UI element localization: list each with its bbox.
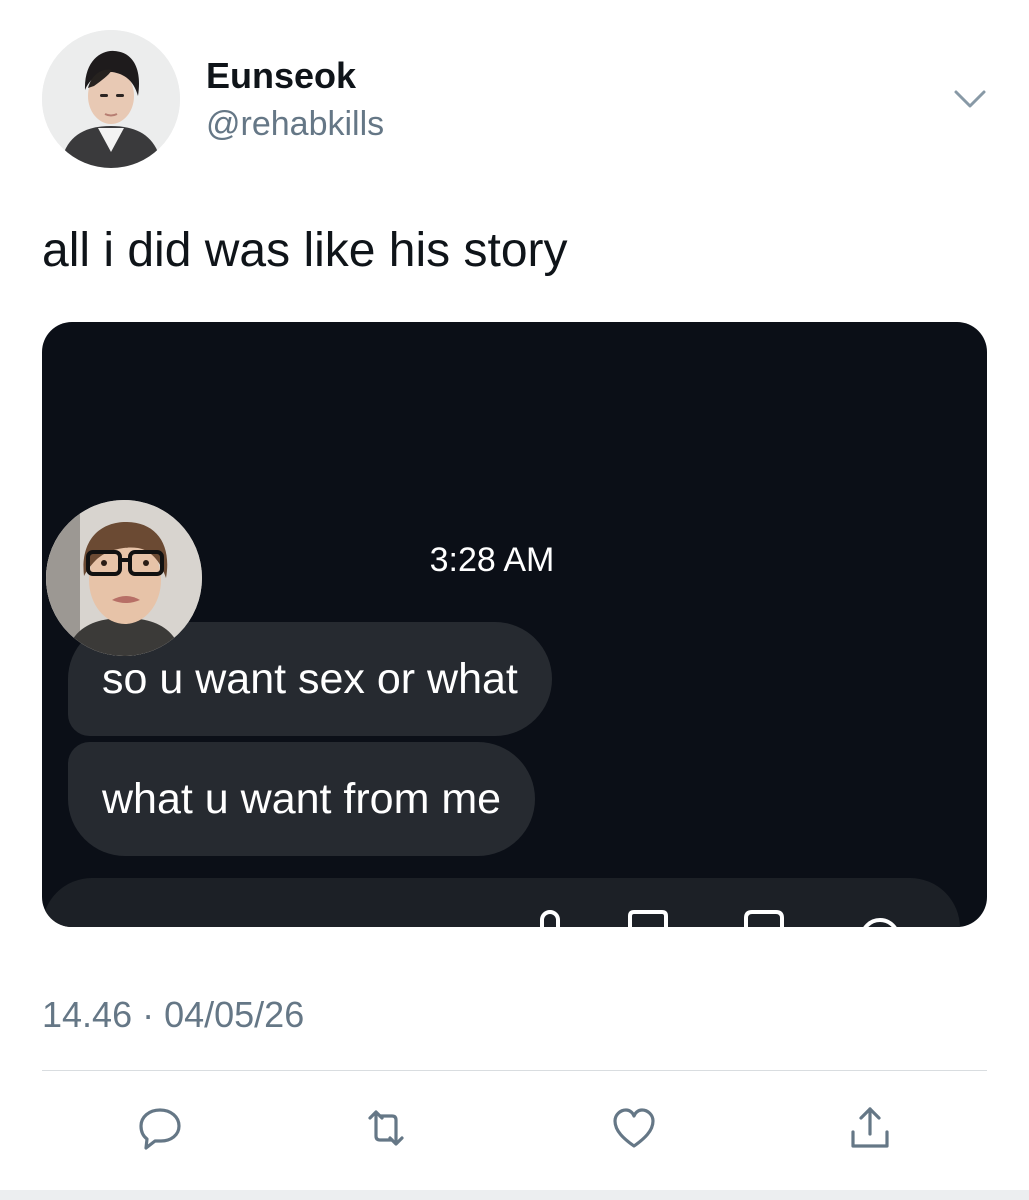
share-icon[interactable] bbox=[846, 1104, 894, 1152]
reply-icon[interactable] bbox=[136, 1104, 184, 1152]
gallery-icon bbox=[626, 908, 670, 927]
dm-sender-avatar bbox=[46, 500, 202, 656]
tweet-text: all i did was like his story bbox=[42, 224, 568, 277]
chevron-down-icon[interactable] bbox=[950, 84, 990, 112]
author-handle[interactable]: @rehabkills bbox=[206, 104, 384, 144]
dm-compose-bar bbox=[42, 878, 960, 927]
microphone-icon bbox=[528, 908, 572, 927]
bottom-edge bbox=[0, 1190, 1029, 1200]
tweet-timestamp[interactable]: 14.46 · 04/05/26 bbox=[42, 994, 304, 1036]
dm-message-bubble: what u want from me bbox=[68, 742, 536, 856]
author-avatar[interactable] bbox=[42, 30, 180, 168]
author-display-name[interactable]: Eunseok bbox=[206, 55, 356, 97]
add-icon bbox=[858, 908, 902, 927]
sticker-icon bbox=[742, 908, 786, 927]
heart-icon[interactable] bbox=[610, 1104, 658, 1152]
retweet-icon[interactable] bbox=[362, 1104, 410, 1152]
tweet-media-image[interactable]: 3:28 AM so u want sex or what what u wan… bbox=[42, 322, 987, 927]
divider bbox=[42, 1070, 987, 1071]
